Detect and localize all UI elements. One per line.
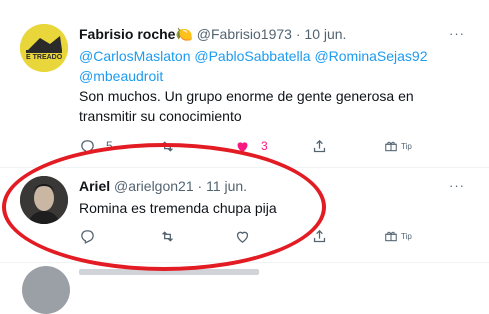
tip-button[interactable]: Tip xyxy=(384,226,412,246)
tip-label: Tip xyxy=(401,141,412,151)
like-button[interactable] xyxy=(234,226,251,246)
reply-count: 5 xyxy=(106,139,113,153)
tweet-body: @CarlosMaslaton @PabloSabbatella @Romina… xyxy=(79,46,428,126)
mention-link[interactable]: @PabloSabbatella xyxy=(194,48,310,64)
tweet-ariel[interactable]: Ariel @arielgon21 · 11 jun. ··· Romina e… xyxy=(0,168,489,263)
more-icon[interactable]: ··· xyxy=(449,26,465,41)
tip-button[interactable]: Tip xyxy=(384,136,412,156)
tweet-fabrisio[interactable]: E TREADO Fabrisio roche🍋 @Fabrisio1973 ·… xyxy=(0,0,489,168)
avatar[interactable]: E TREADO xyxy=(20,24,68,72)
avatar[interactable] xyxy=(22,266,70,314)
reply-icon xyxy=(81,139,94,154)
avatar-text: E TREADO xyxy=(26,54,63,61)
reply-button[interactable] xyxy=(79,226,96,246)
share-button[interactable] xyxy=(311,226,328,246)
mention-link[interactable]: @RominaSejas92 xyxy=(314,48,427,64)
mentions-line-2: @mbeaudroit xyxy=(79,66,428,86)
tweet-header: Fabrisio roche🍋 @Fabrisio1973 · 10 jun. xyxy=(79,26,346,43)
avatar-logo xyxy=(20,24,68,72)
tweet-date[interactable]: 10 jun. xyxy=(304,26,346,42)
separator-dot: · xyxy=(295,26,301,42)
user-name[interactable]: Ariel xyxy=(79,178,110,194)
share-icon xyxy=(313,139,326,152)
retweet-icon xyxy=(162,140,173,152)
tweet-text: Romina es tremenda chupa pija xyxy=(79,200,277,216)
retweet-icon xyxy=(162,230,173,242)
like-button[interactable]: 3 xyxy=(234,136,268,156)
tip-icon xyxy=(385,231,397,242)
retweet-button[interactable] xyxy=(159,226,176,246)
tweet-date[interactable]: 11 jun. xyxy=(206,178,247,194)
user-handle[interactable]: @Fabrisio1973 xyxy=(197,26,292,42)
mentions-line-1: @CarlosMaslaton @PabloSabbatella @Romina… xyxy=(79,46,428,66)
tweet-text-line-1: Son muchos. Un grupo enorme de gente gen… xyxy=(79,88,414,104)
tweet-actions: 5 3 Tip xyxy=(79,136,419,156)
avatar-photo xyxy=(20,176,68,224)
retweet-button[interactable] xyxy=(159,136,176,156)
reply-icon xyxy=(81,229,94,244)
share-button[interactable] xyxy=(311,136,328,156)
like-count: 3 xyxy=(261,139,268,153)
user-name[interactable]: Fabrisio roche xyxy=(79,26,175,42)
more-icon[interactable]: ··· xyxy=(449,178,465,193)
tweet-next-partial[interactable] xyxy=(0,263,489,314)
tip-icon xyxy=(385,141,397,152)
like-icon xyxy=(237,141,248,152)
tweet-text-line-2: transmitir su conocimiento xyxy=(79,108,242,124)
tweet-actions: Tip xyxy=(79,226,419,246)
mention-link[interactable]: @mbeaudroit xyxy=(79,68,163,84)
tip-label: Tip xyxy=(401,231,412,241)
share-icon xyxy=(313,229,326,242)
separator-dot: · xyxy=(197,178,203,194)
like-icon xyxy=(236,231,249,243)
avatar[interactable] xyxy=(20,176,68,224)
tweet-header: Ariel @arielgon21 · 11 jun. xyxy=(79,178,247,194)
cut-off-header xyxy=(79,269,259,275)
reply-button[interactable]: 5 xyxy=(79,136,113,156)
lemon-emoji: 🍋 xyxy=(175,26,193,42)
user-handle[interactable]: @arielgon21 xyxy=(114,178,194,194)
mention-link[interactable]: @CarlosMaslaton xyxy=(79,48,190,64)
